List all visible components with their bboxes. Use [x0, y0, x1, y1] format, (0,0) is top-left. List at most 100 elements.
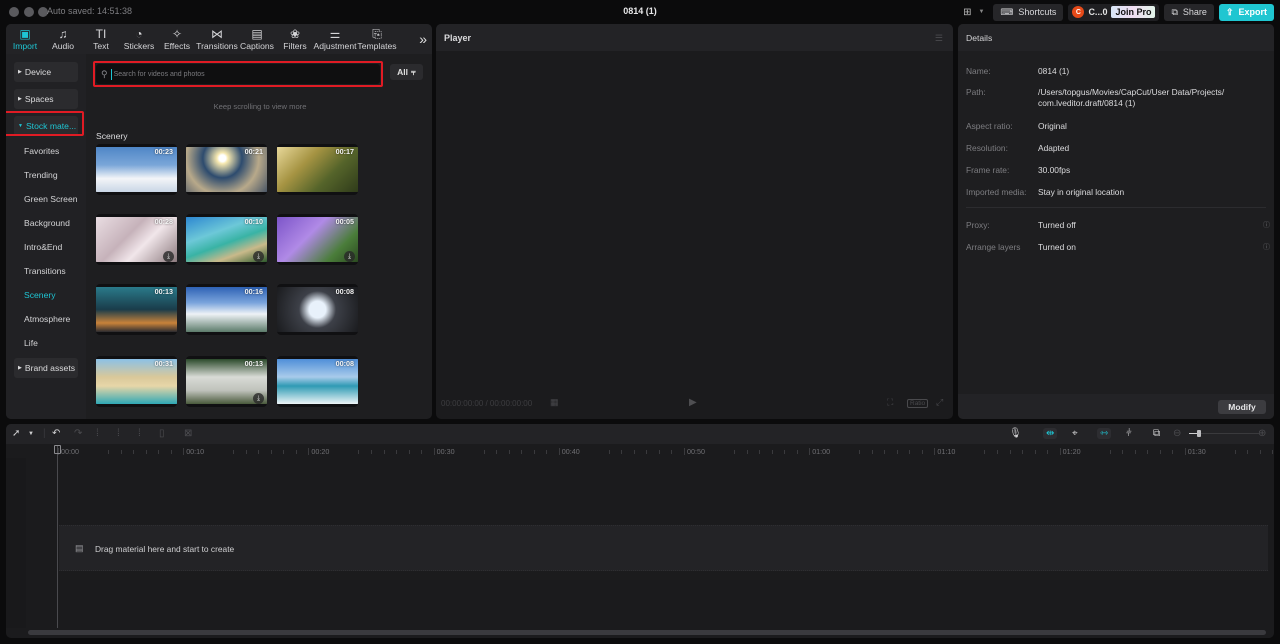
tab-adjustment[interactable]: ⚌ Adjustment: [314, 24, 357, 54]
sidebar-item-scenery[interactable]: Scenery: [24, 290, 56, 300]
detail-value: Adapted: [1038, 143, 1070, 153]
main-track-magnet-icon[interactable]: ⇹: [1043, 428, 1058, 439]
tab-templates[interactable]: ⎘ Templates: [356, 24, 398, 54]
sidebar-item-atmosphere[interactable]: Atmosphere: [24, 314, 70, 324]
tick-minor: [784, 450, 786, 454]
filter-button[interactable]: All ⫧: [390, 64, 423, 80]
media-item[interactable]: 00:31: [96, 356, 177, 407]
thumbnail-icon[interactable]: ⧉: [1153, 428, 1160, 439]
media-item[interactable]: 00:05 ⤓: [277, 214, 358, 265]
media-item[interactable]: 00:13: [96, 284, 177, 335]
tick-minor: [108, 450, 110, 454]
chevron-down-icon[interactable]: ▼: [28, 431, 34, 437]
delete-icon[interactable]: ▯: [159, 428, 165, 439]
autosave-status: Auto saved: 14:51:38: [47, 6, 133, 16]
tab-filters[interactable]: ❀ Filters: [276, 24, 314, 54]
tab-effects[interactable]: ✧ Effects: [158, 24, 196, 54]
close-window-button[interactable]: [9, 7, 19, 17]
select-tool-icon[interactable]: ➚: [12, 428, 20, 439]
zoom-in-icon[interactable]: ⊕: [1258, 428, 1266, 439]
download-icon[interactable]: ⤓: [344, 251, 355, 262]
help-icon[interactable]: ⓘ: [1263, 220, 1270, 230]
split-icon[interactable]: ⁞: [96, 428, 99, 439]
tick-major: [1059, 448, 1061, 455]
download-icon[interactable]: ⤓: [253, 393, 264, 404]
templates-icon: ⎘: [372, 27, 382, 41]
redo-icon[interactable]: ↷: [74, 428, 82, 439]
timeline-panel: ➚ ▼ | ↶ ↷ ⁞ ⁞ ⁞ ▯ ⊠ 🎙 ⇹ ⌖ ⇿ ⫩ ⧉ ⊖ ⊕ 00:0…: [6, 424, 1274, 638]
playhead-handle[interactable]: [54, 445, 61, 454]
microphone-icon[interactable]: 🎙: [1009, 428, 1022, 439]
sidebar-item-life[interactable]: Life: [24, 338, 38, 348]
tab-captions[interactable]: ▤ Captions: [238, 24, 276, 54]
menu-icon[interactable]: ☰: [935, 33, 943, 44]
tab-audio[interactable]: ♫ Audio: [44, 24, 82, 54]
linkage-icon[interactable]: ⇿: [1097, 428, 1112, 439]
detail-key: Path:: [966, 87, 986, 97]
caret-right-icon: ▶: [18, 365, 22, 371]
more-tools-icon[interactable]: »: [419, 31, 427, 47]
modify-button[interactable]: Modify: [1218, 400, 1266, 414]
tab-transitions[interactable]: ⋈ Transitions: [196, 24, 238, 54]
download-icon[interactable]: ⤓: [163, 251, 174, 262]
crop-icon[interactable]: ⊠: [184, 428, 192, 439]
zoom-slider-handle[interactable]: [1197, 430, 1202, 437]
play-button[interactable]: ▶: [689, 397, 697, 408]
fullscreen-icon[interactable]: ⤢: [936, 397, 943, 408]
media-duration: 00:31: [154, 359, 173, 368]
horizontal-scrollbar[interactable]: [28, 630, 1266, 635]
sidebar-item-trending[interactable]: Trending: [24, 170, 58, 180]
auto-snap-icon[interactable]: ⌖: [1072, 428, 1078, 439]
sidebar-item-favorites[interactable]: Favorites: [24, 146, 59, 156]
media-item[interactable]: 00:10 ⤓: [186, 214, 267, 265]
media-item[interactable]: 00:13 ⤓: [186, 356, 267, 407]
playhead[interactable]: [57, 446, 58, 628]
search-input[interactable]: ⚲ Search for videos and photos: [96, 64, 380, 84]
sidebar-item-stock-material[interactable]: ▼ Stock mate...: [14, 116, 78, 136]
sidebar-item-device[interactable]: ▶ Device: [14, 62, 78, 82]
sidebar-item-background[interactable]: Background: [24, 218, 70, 228]
media-item[interactable]: 00:08: [277, 284, 358, 335]
preview-axis-icon[interactable]: ⫩: [1126, 428, 1132, 439]
sidebar-item-green-screen[interactable]: Green Screen: [24, 194, 78, 204]
timeline-zoom-slider[interactable]: [1189, 430, 1259, 437]
help-icon[interactable]: ⓘ: [1263, 242, 1270, 252]
shortcuts-button[interactable]: ⌨ Shortcuts: [993, 3, 1064, 21]
zoom-fit-icon[interactable]: ⛶: [887, 397, 893, 408]
tick-minor: [734, 450, 736, 454]
chevron-down-icon[interactable]: ▼: [978, 9, 984, 15]
download-icon[interactable]: ⤓: [253, 251, 264, 262]
media-item[interactable]: 00:21: [186, 144, 267, 195]
frame-grid-icon[interactable]: ▦: [550, 397, 559, 408]
join-pro-button[interactable]: Join Pro: [1111, 6, 1156, 18]
drop-zone[interactable]: ▤ Drag material here and start to create: [59, 525, 1268, 571]
sidebar-item-intro-end[interactable]: Intro&End: [24, 242, 62, 252]
sidebar-item-transitions[interactable]: Transitions: [24, 266, 66, 276]
export-button[interactable]: ⇪ Export: [1218, 3, 1274, 21]
share-button[interactable]: ⧉ Share: [1164, 3, 1214, 21]
details-title: Details: [958, 24, 1274, 51]
tab-text[interactable]: TI Text: [82, 24, 120, 54]
media-item[interactable]: 00:23: [96, 144, 177, 195]
media-item[interactable]: 00:17: [277, 144, 358, 195]
tab-import[interactable]: ▣ Import: [6, 24, 44, 54]
minimize-window-button[interactable]: [24, 7, 34, 17]
sidebar-item-brand-assets[interactable]: ▶ Brand assets: [14, 358, 78, 378]
tick-minor: [1147, 450, 1149, 454]
tab-stickers[interactable]: ◔ Stickers: [120, 24, 158, 54]
sidebar-item-spaces[interactable]: ▶ Spaces: [14, 89, 78, 109]
detail-value: Stay in original location: [1038, 187, 1125, 197]
media-item[interactable]: 00:16: [186, 284, 267, 335]
media-item[interactable]: 00:08: [277, 356, 358, 407]
delete-right-icon[interactable]: ⁞: [138, 428, 141, 439]
tick-minor: [997, 450, 998, 454]
user-account-chip[interactable]: C C...0 Join Pro: [1068, 3, 1160, 21]
media-item[interactable]: 00:28 ⤓: [96, 214, 177, 265]
undo-icon[interactable]: ↶: [52, 428, 60, 439]
timeline-ruler[interactable]: 00:00 00:10 00:20 00:30 00:40 00:50 01:00 01:10…: [6, 444, 1274, 458]
delete-left-icon[interactable]: ⁞: [117, 428, 120, 439]
layout-icon[interactable]: ⊞: [963, 7, 971, 18]
zoom-out-icon[interactable]: ⊖: [1173, 428, 1181, 439]
ratio-button[interactable]: Ratio: [907, 399, 929, 408]
media-duration: 00:13: [244, 359, 263, 368]
